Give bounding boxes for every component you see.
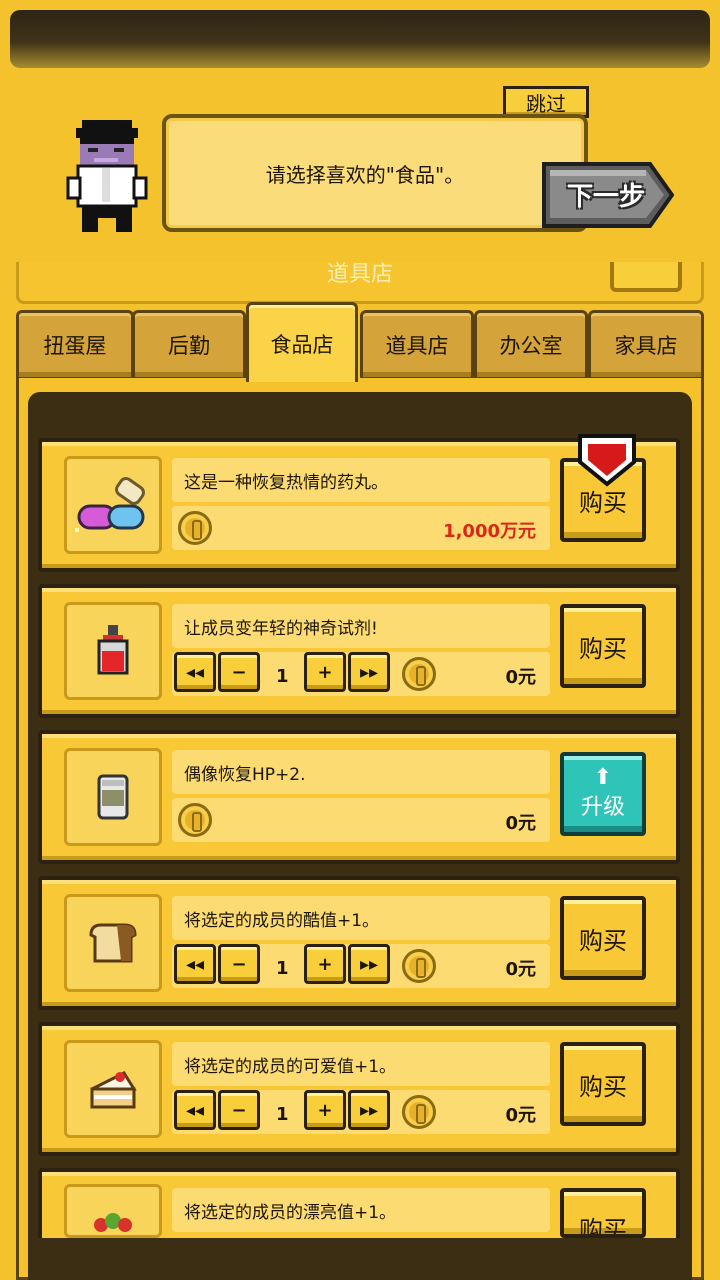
coin-icon [178, 511, 212, 545]
banner-corner-button [610, 262, 682, 292]
price-row: ◂◂ − 1 + ▸▸ 0元 [172, 1090, 550, 1134]
item-description: 将选定的成员的酷值+1。 [172, 896, 550, 940]
item-price: 0元 [505, 959, 536, 980]
potion-icon [97, 625, 129, 675]
bread-icon [89, 923, 137, 963]
quantity-plus-button[interactable]: + [304, 1090, 346, 1130]
tab-office[interactable]: 办公室 [474, 310, 588, 380]
quantity-minus-button[interactable]: − [218, 652, 260, 692]
item-price: 0元 [505, 813, 536, 834]
quantity-min-button[interactable]: ◂◂ [174, 652, 216, 692]
coin-icon [402, 949, 436, 983]
tab-item-shop[interactable]: 道具店 [360, 310, 474, 380]
tab-food-shop[interactable]: 食品店 [246, 302, 358, 382]
quantity-minus-button[interactable]: − [218, 1090, 260, 1130]
upgrade-button[interactable]: ⬆ 升级 [560, 752, 646, 836]
quantity-max-button[interactable]: ▸▸ [348, 652, 390, 692]
drink-can-icon [97, 774, 129, 820]
pill-icon [75, 477, 145, 532]
tutorial-message: 请选择喜欢的"食品"。 [265, 162, 465, 187]
item-description: 偶像恢复HP+2. [172, 750, 550, 794]
item-icon-frame [64, 602, 162, 700]
quantity-min-button[interactable]: ◂◂ [174, 1090, 216, 1130]
quantity-minus-button[interactable]: − [218, 944, 260, 984]
item-description: 让成员变年轻的神奇试剂! [172, 604, 550, 648]
buy-button[interactable]: 购买 [560, 604, 646, 688]
tab-logistics[interactable]: 后勤 [132, 310, 246, 380]
price-row: 1,000万元 [172, 506, 550, 550]
item-price: 0元 [505, 667, 536, 688]
quantity-max-button[interactable]: ▸▸ [348, 944, 390, 984]
item-price: 1,000万元 [443, 521, 536, 542]
shop-title-text: 道具店 [326, 262, 393, 287]
quantity-plus-button[interactable]: + [304, 944, 346, 984]
quantity-max-button[interactable]: ▸▸ [348, 1090, 390, 1130]
bottom-bar [28, 1238, 692, 1280]
coin-icon [402, 657, 436, 691]
price-row: 0元 [172, 798, 550, 842]
upgrade-arrow-icon: ⬆ [593, 765, 613, 790]
item-description: 将选定的成员的可爱值+1。 [172, 1042, 550, 1086]
guide-character-avatar [66, 120, 148, 232]
item-icon-frame [64, 1184, 162, 1238]
price-row: ◂◂ − 1 + ▸▸ 0元 [172, 944, 550, 988]
shop-title-banner: 道具店 [16, 262, 704, 304]
upgrade-label: 升级 [580, 795, 625, 820]
item-icon-frame [64, 456, 162, 554]
quantity-plus-button[interactable]: + [304, 652, 346, 692]
item-price: 0元 [505, 1105, 536, 1126]
item-icon-frame [64, 748, 162, 846]
item-icon-frame [64, 894, 162, 992]
tab-furniture-shop[interactable]: 家具店 [588, 310, 704, 380]
tutorial-speech-bubble: 请选择喜欢的"食品"。 [162, 114, 588, 232]
fruit-bowl-icon [94, 1213, 132, 1232]
tab-gacha[interactable]: 扭蛋屋 [16, 310, 134, 380]
cake-icon [90, 1071, 137, 1109]
tutorial-pointer-arrow-icon [578, 434, 636, 487]
quantity-min-button[interactable]: ◂◂ [174, 944, 216, 984]
coin-icon [402, 1095, 436, 1129]
quantity-value: 1 [276, 666, 289, 687]
item-description: 这是一种恢复热情的药丸。 [172, 458, 550, 502]
quantity-value: 1 [276, 1104, 289, 1125]
price-row: ◂◂ − 1 + ▸▸ 0元 [172, 652, 550, 696]
top-header-bar [10, 10, 710, 68]
buy-button[interactable]: 购买 [560, 1188, 646, 1238]
item-description: 将选定的成员的漂亮值+1。 [172, 1188, 550, 1232]
next-step-label: 下一步 [566, 181, 645, 212]
buy-button[interactable]: 购买 [560, 896, 646, 980]
item-icon-frame [64, 1040, 162, 1138]
coin-icon [178, 803, 212, 837]
buy-button[interactable]: 购买 [560, 1042, 646, 1126]
quantity-value: 1 [276, 958, 289, 979]
shop-tabs: 扭蛋屋 后勤 食品店 道具店 办公室 家具店 [16, 302, 704, 382]
